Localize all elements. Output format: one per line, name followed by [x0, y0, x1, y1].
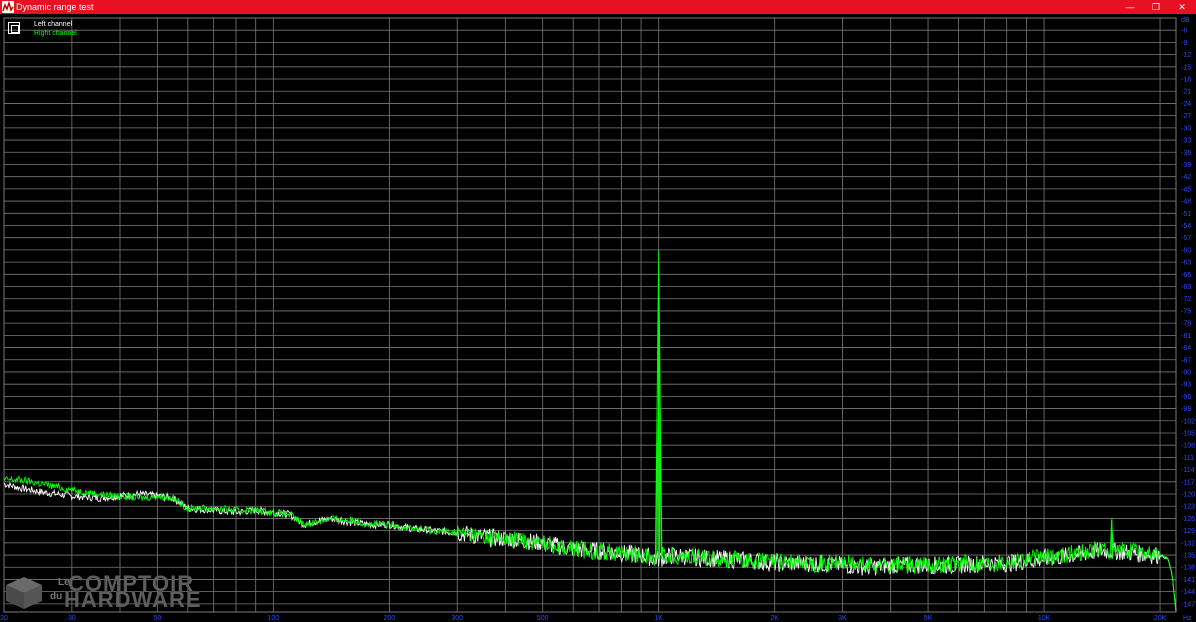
legend-channel-icon	[8, 22, 20, 34]
x-unit-label: Hz	[1183, 615, 1192, 622]
y-tick-label: -135	[1181, 553, 1195, 560]
x-tick-label: 20	[0, 615, 8, 622]
y-tick-label: -105	[1181, 430, 1195, 437]
y-tick-label: -57	[1181, 235, 1191, 242]
x-tick-label: 10K	[1038, 615, 1051, 622]
title-bar: Dynamic range test — ❐ ✕	[0, 0, 1196, 14]
y-tick-label: -84	[1181, 345, 1191, 352]
x-tick-label: 500	[537, 615, 549, 622]
y-tick-label: -9	[1181, 40, 1187, 47]
y-tick-label: -45	[1181, 186, 1191, 193]
y-tick-label: -12	[1181, 52, 1191, 59]
y-tick-label: -132	[1181, 540, 1195, 547]
y-tick-label: -117	[1181, 479, 1195, 486]
y-tick-label: -42	[1181, 174, 1191, 181]
legend-left-channel: Left channel	[34, 21, 73, 28]
x-tick-label: 30	[68, 615, 76, 622]
spectrum-chart: dB -6 -9 -12 -15 -18 -21 -24 -27 -30 -33 -36 -39 -42 -…	[0, 17, 1195, 622]
y-tick-label: -6	[1181, 28, 1187, 35]
minimize-button[interactable]: —	[1118, 0, 1142, 14]
x-axis: 20 30 50 100 200 300 500 1K 2K 3K 5K 10K 20K Hz	[0, 615, 1192, 622]
y-tick-label: -39	[1181, 162, 1191, 169]
y-tick-label: -51	[1181, 211, 1191, 218]
y-tick-label: -96	[1181, 394, 1191, 401]
legend-right-channel: Right channel	[34, 30, 77, 37]
x-tick-label: 200	[384, 615, 396, 622]
y-tick-label: -108	[1181, 443, 1195, 450]
y-tick-label: -141	[1181, 577, 1195, 584]
y-tick-label: -87	[1181, 357, 1191, 364]
close-button[interactable]: ✕	[1170, 0, 1194, 14]
y-tick-label: -60	[1181, 247, 1191, 254]
y-tick-label: -144	[1181, 589, 1195, 596]
y-axis: dB -6 -9 -12 -15 -18 -21 -24 -27 -30 -33 -36 -39 -42 -…	[1181, 17, 1195, 608]
y-tick-label: -69	[1181, 284, 1191, 291]
watermark-du: du	[50, 591, 63, 602]
grid	[3, 17, 1177, 613]
series-line-right	[3, 249, 1177, 613]
y-tick-label: -129	[1181, 528, 1195, 535]
y-tick-label: -18	[1181, 77, 1191, 84]
y-tick-label: -147	[1181, 601, 1195, 608]
y-tick-label: -36	[1181, 150, 1191, 157]
y-tick-label: -123	[1181, 504, 1195, 511]
watermark-hardware: HARDWARE	[64, 587, 202, 612]
series-group	[3, 249, 1177, 613]
x-tick-label: 50	[153, 615, 161, 622]
x-tick-label: 300	[451, 615, 463, 622]
y-tick-label: -30	[1181, 125, 1191, 132]
y-tick-label: -27	[1181, 113, 1191, 120]
y-tick-label: -21	[1181, 89, 1191, 96]
y-tick-label: -63	[1181, 260, 1191, 267]
y-tick-label: -33	[1181, 138, 1191, 145]
y-tick-label: -75	[1181, 308, 1191, 315]
y-tick-label: -111	[1181, 455, 1194, 462]
y-tick-label: -24	[1181, 101, 1191, 108]
cube-logo-icon	[6, 577, 42, 609]
y-unit-label: dB	[1181, 17, 1190, 24]
app-icon	[2, 1, 14, 13]
y-tick-label: -15	[1181, 64, 1191, 71]
y-tick-label: -54	[1181, 223, 1191, 230]
x-tick-label: 2K	[770, 615, 779, 622]
y-tick-label: -126	[1181, 516, 1195, 523]
y-tick-label: -90	[1181, 369, 1191, 376]
y-tick-label: -72	[1181, 296, 1191, 303]
x-tick-label: 20K	[1154, 615, 1167, 622]
x-tick-label: 3K	[838, 615, 847, 622]
y-tick-label: -78	[1181, 321, 1191, 328]
x-tick-label: 100	[268, 615, 280, 622]
y-tick-label: -81	[1181, 333, 1191, 340]
y-tick-label: -99	[1181, 406, 1191, 413]
y-tick-label: -114	[1181, 467, 1195, 474]
restore-button[interactable]: ❐	[1144, 0, 1168, 14]
y-tick-label: -48	[1181, 199, 1191, 206]
y-tick-label: -120	[1181, 492, 1195, 499]
y-tick-label: -138	[1181, 565, 1195, 572]
window-title: Dynamic range test	[16, 2, 94, 12]
y-tick-label: -93	[1181, 382, 1191, 389]
y-tick-label: -102	[1181, 418, 1195, 425]
watermark-logo: Le du COMPTOIR HARDWARE	[4, 571, 201, 613]
plot-border	[3, 17, 1177, 613]
y-tick-label: -66	[1181, 272, 1191, 279]
x-tick-label: 1K	[654, 615, 663, 622]
x-tick-label: 5K	[924, 615, 933, 622]
